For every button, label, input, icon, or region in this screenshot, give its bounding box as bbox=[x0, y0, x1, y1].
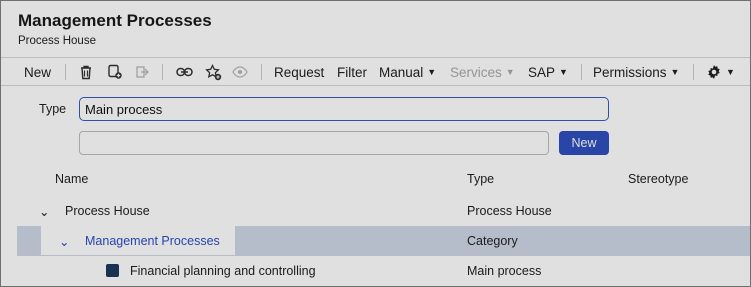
permissions-menu[interactable]: Permissions ▼ bbox=[593, 58, 679, 86]
chevron-down-icon: ▼ bbox=[427, 67, 437, 77]
chevron-down-icon[interactable]: ⌄ bbox=[59, 234, 69, 249]
manual-menu[interactable]: Manual ▼ bbox=[379, 58, 436, 86]
create-form: Type New bbox=[17, 87, 620, 159]
new-button[interactable]: New bbox=[24, 58, 51, 86]
column-header-type[interactable]: Type bbox=[467, 172, 494, 186]
breadcrumb[interactable]: Process House bbox=[18, 35, 96, 47]
chevron-down-icon: ▼ bbox=[670, 67, 680, 77]
chevron-down-icon: ▼ bbox=[559, 67, 568, 77]
permissions-menu-label: Permissions bbox=[593, 64, 667, 80]
page-title: Management Processes bbox=[18, 11, 212, 30]
chevron-down-icon[interactable]: ⌄ bbox=[39, 204, 49, 219]
toolbar-divider bbox=[581, 64, 582, 80]
toolbar-divider bbox=[65, 64, 66, 80]
toolbar-divider bbox=[693, 64, 694, 80]
type-field[interactable] bbox=[79, 97, 609, 121]
chevron-down-icon: ▼ bbox=[505, 67, 515, 77]
trash-icon[interactable] bbox=[77, 63, 95, 81]
row-type: Main process bbox=[467, 264, 542, 278]
chevron-down-icon: ▼ bbox=[726, 67, 735, 77]
process-tree-grid: Name Type Stereotype ⌄ Process House Pro… bbox=[17, 161, 750, 286]
toolbar-divider bbox=[162, 64, 163, 80]
services-menu: Services ▼ bbox=[450, 58, 515, 86]
move-icon bbox=[133, 63, 151, 81]
row-type: Category bbox=[467, 234, 518, 248]
table-row[interactable]: Financial planning and controlling Main … bbox=[17, 256, 750, 286]
gear-icon bbox=[708, 65, 720, 79]
toolbar-divider bbox=[261, 64, 262, 80]
copy-icon[interactable] bbox=[106, 63, 124, 81]
services-menu-label: Services bbox=[450, 64, 502, 80]
toolbar: New Request Filter Manual ▼ Services ▼ S… bbox=[1, 57, 750, 86]
column-header-name[interactable]: Name bbox=[55, 172, 88, 186]
type-label: Type bbox=[39, 102, 67, 116]
sap-menu-label: SAP bbox=[528, 64, 556, 80]
filter-button[interactable]: Filter bbox=[337, 58, 367, 86]
settings-menu[interactable]: ▼ bbox=[706, 58, 735, 86]
sap-menu[interactable]: SAP ▼ bbox=[528, 58, 568, 86]
eye-icon bbox=[231, 63, 249, 81]
name-input[interactable] bbox=[79, 131, 549, 155]
favorite-icon[interactable] bbox=[204, 63, 222, 81]
request-button[interactable]: Request bbox=[274, 58, 324, 86]
manual-menu-label: Manual bbox=[379, 64, 424, 80]
link-icon[interactable] bbox=[175, 63, 193, 81]
row-type: Process House bbox=[467, 204, 552, 218]
table-row-selected[interactable]: ⌄ Management Processes Category bbox=[17, 226, 750, 256]
row-name: Management Processes bbox=[85, 234, 220, 248]
row-name: Financial planning and controlling bbox=[130, 264, 316, 278]
row-name: Process House bbox=[65, 204, 150, 218]
create-new-button[interactable]: New bbox=[559, 131, 609, 155]
table-row[interactable]: ⌄ Process House Process House bbox=[17, 196, 750, 226]
main-process-icon bbox=[106, 264, 119, 277]
grid-header: Name Type Stereotype bbox=[17, 161, 750, 197]
column-header-stereotype[interactable]: Stereotype bbox=[628, 172, 688, 186]
window: Management Processes Process House New R… bbox=[0, 0, 751, 287]
page-header: Management Processes Process House bbox=[1, 1, 750, 57]
